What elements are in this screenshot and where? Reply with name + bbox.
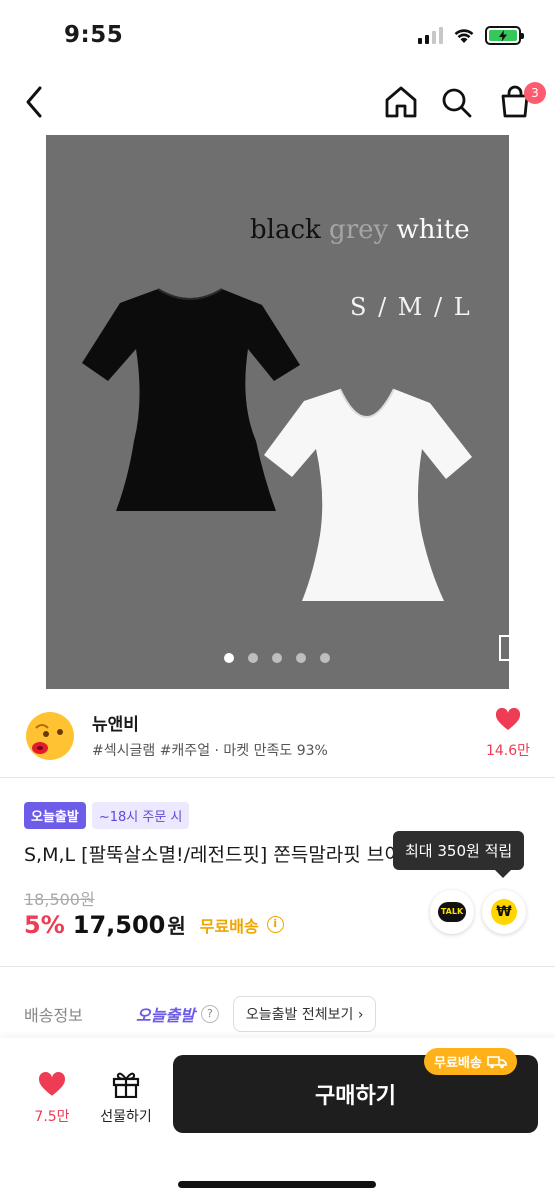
carousel-pagination — [224, 653, 330, 663]
like-count: 7.5만 — [34, 1109, 70, 1125]
back-button[interactable] — [18, 82, 54, 122]
discount-rate: 5% — [24, 910, 65, 939]
gift-button[interactable]: 선물하기 — [92, 1070, 160, 1126]
kakao-talk-button[interactable]: TALK — [430, 890, 474, 934]
heart-icon — [38, 1071, 66, 1096]
top-nav-bar: 3 — [0, 70, 555, 134]
chevron-right-icon: › — [357, 1007, 364, 1023]
white-tshirt-image — [264, 388, 472, 601]
free-shipping-pill-label: 무료배송 — [434, 1056, 482, 1071]
sale-price: 17,500 — [72, 910, 166, 939]
seller-name[interactable]: 뉴앤비 — [92, 710, 139, 735]
divider — [0, 777, 555, 778]
like-button[interactable]: 7.5만 — [26, 1071, 78, 1126]
pay-points-button[interactable]: ₩ — [482, 890, 526, 934]
seller-like-button[interactable]: 14.6만 — [480, 707, 536, 760]
battery-icon — [485, 26, 524, 45]
status-bar: 9:55 — [0, 0, 555, 70]
search-icon — [442, 88, 472, 118]
seller-tags: #섹시글램 #캐주얼 · 마켓 만족도 93% — [92, 743, 328, 759]
cart-count-badge: 3 — [524, 82, 546, 104]
points-tooltip: 최대 350원 적립 — [393, 831, 525, 878]
cart-button[interactable]: 3 — [496, 82, 546, 122]
home-icon — [385, 86, 417, 118]
wifi-icon — [454, 29, 474, 43]
badge-today-delivery: 오늘출발 — [24, 802, 86, 829]
carousel-dot[interactable] — [272, 653, 282, 663]
image-color-options: black grey white — [250, 215, 470, 245]
badge-order-cutoff: ~18시 주문 시 — [91, 802, 190, 829]
image-color-grey: grey — [329, 215, 389, 245]
bottom-action-bar: 7.5만 선물하기 구매하기 무료배송 — [0, 1038, 555, 1200]
free-shipping-label: 무료배송 — [199, 916, 259, 936]
gift-label: 선물하기 — [100, 1109, 152, 1125]
chevron-left-icon — [26, 86, 42, 118]
image-color-white: white — [396, 215, 470, 245]
carousel-dot[interactable] — [224, 653, 234, 663]
heart-icon — [495, 707, 521, 730]
talk-icon: TALK — [438, 902, 466, 922]
price-row: 5% 17,500 원 무료배송 i — [24, 910, 284, 939]
shipping-info-row: 배송정보 오늘출발 ? 오늘출발 전체보기 › — [24, 996, 544, 1032]
image-size-options: S / M / L — [350, 293, 472, 321]
search-button[interactable] — [438, 82, 476, 122]
status-icons — [418, 26, 524, 45]
view-all-today-delivery-button[interactable]: 오늘출발 전체보기 › — [232, 996, 377, 1032]
carousel-dot[interactable] — [248, 653, 258, 663]
seller-avatar — [26, 712, 74, 760]
seller-like-count: 14.6만 — [485, 743, 531, 759]
shipping-today-logo: 오늘출발 — [136, 1006, 195, 1025]
seller-section[interactable]: 뉴앤비 #섹시글램 #캐주얼 · 마켓 만족도 93% 14.6만 — [0, 700, 555, 776]
home-indicator — [178, 1181, 376, 1188]
currency-label: 원 — [167, 914, 186, 938]
carousel-dot[interactable] — [320, 653, 330, 663]
help-icon[interactable]: ? — [200, 1005, 219, 1023]
delivery-badges: 오늘출발 ~18시 주문 시 — [24, 802, 190, 829]
product-image-carousel[interactable]: black grey white S / M / L — [46, 135, 509, 689]
image-color-black: black — [250, 215, 321, 245]
divider — [0, 966, 555, 967]
info-icon[interactable]: i — [266, 916, 284, 933]
shipping-label: 배송정보 — [24, 1006, 83, 1025]
product-title: S,M,L [팔뚝살소멸!/레전드핏] 쫀득말라핏 브이넥 반팔 — [24, 844, 414, 866]
signal-icon — [418, 27, 443, 44]
truck-icon — [487, 1055, 507, 1068]
carousel-dot[interactable] — [296, 653, 306, 663]
gift-icon — [112, 1072, 140, 1099]
expand-icon[interactable] — [499, 635, 509, 661]
won-coin-icon: ₩ — [491, 899, 517, 925]
original-price: 18,500원 — [24, 890, 95, 909]
home-button[interactable] — [382, 82, 420, 122]
free-shipping-pill: 무료배송 — [424, 1048, 517, 1075]
status-time: 9:55 — [64, 22, 124, 48]
view-all-label: 오늘출발 전체보기 — [245, 1007, 354, 1023]
